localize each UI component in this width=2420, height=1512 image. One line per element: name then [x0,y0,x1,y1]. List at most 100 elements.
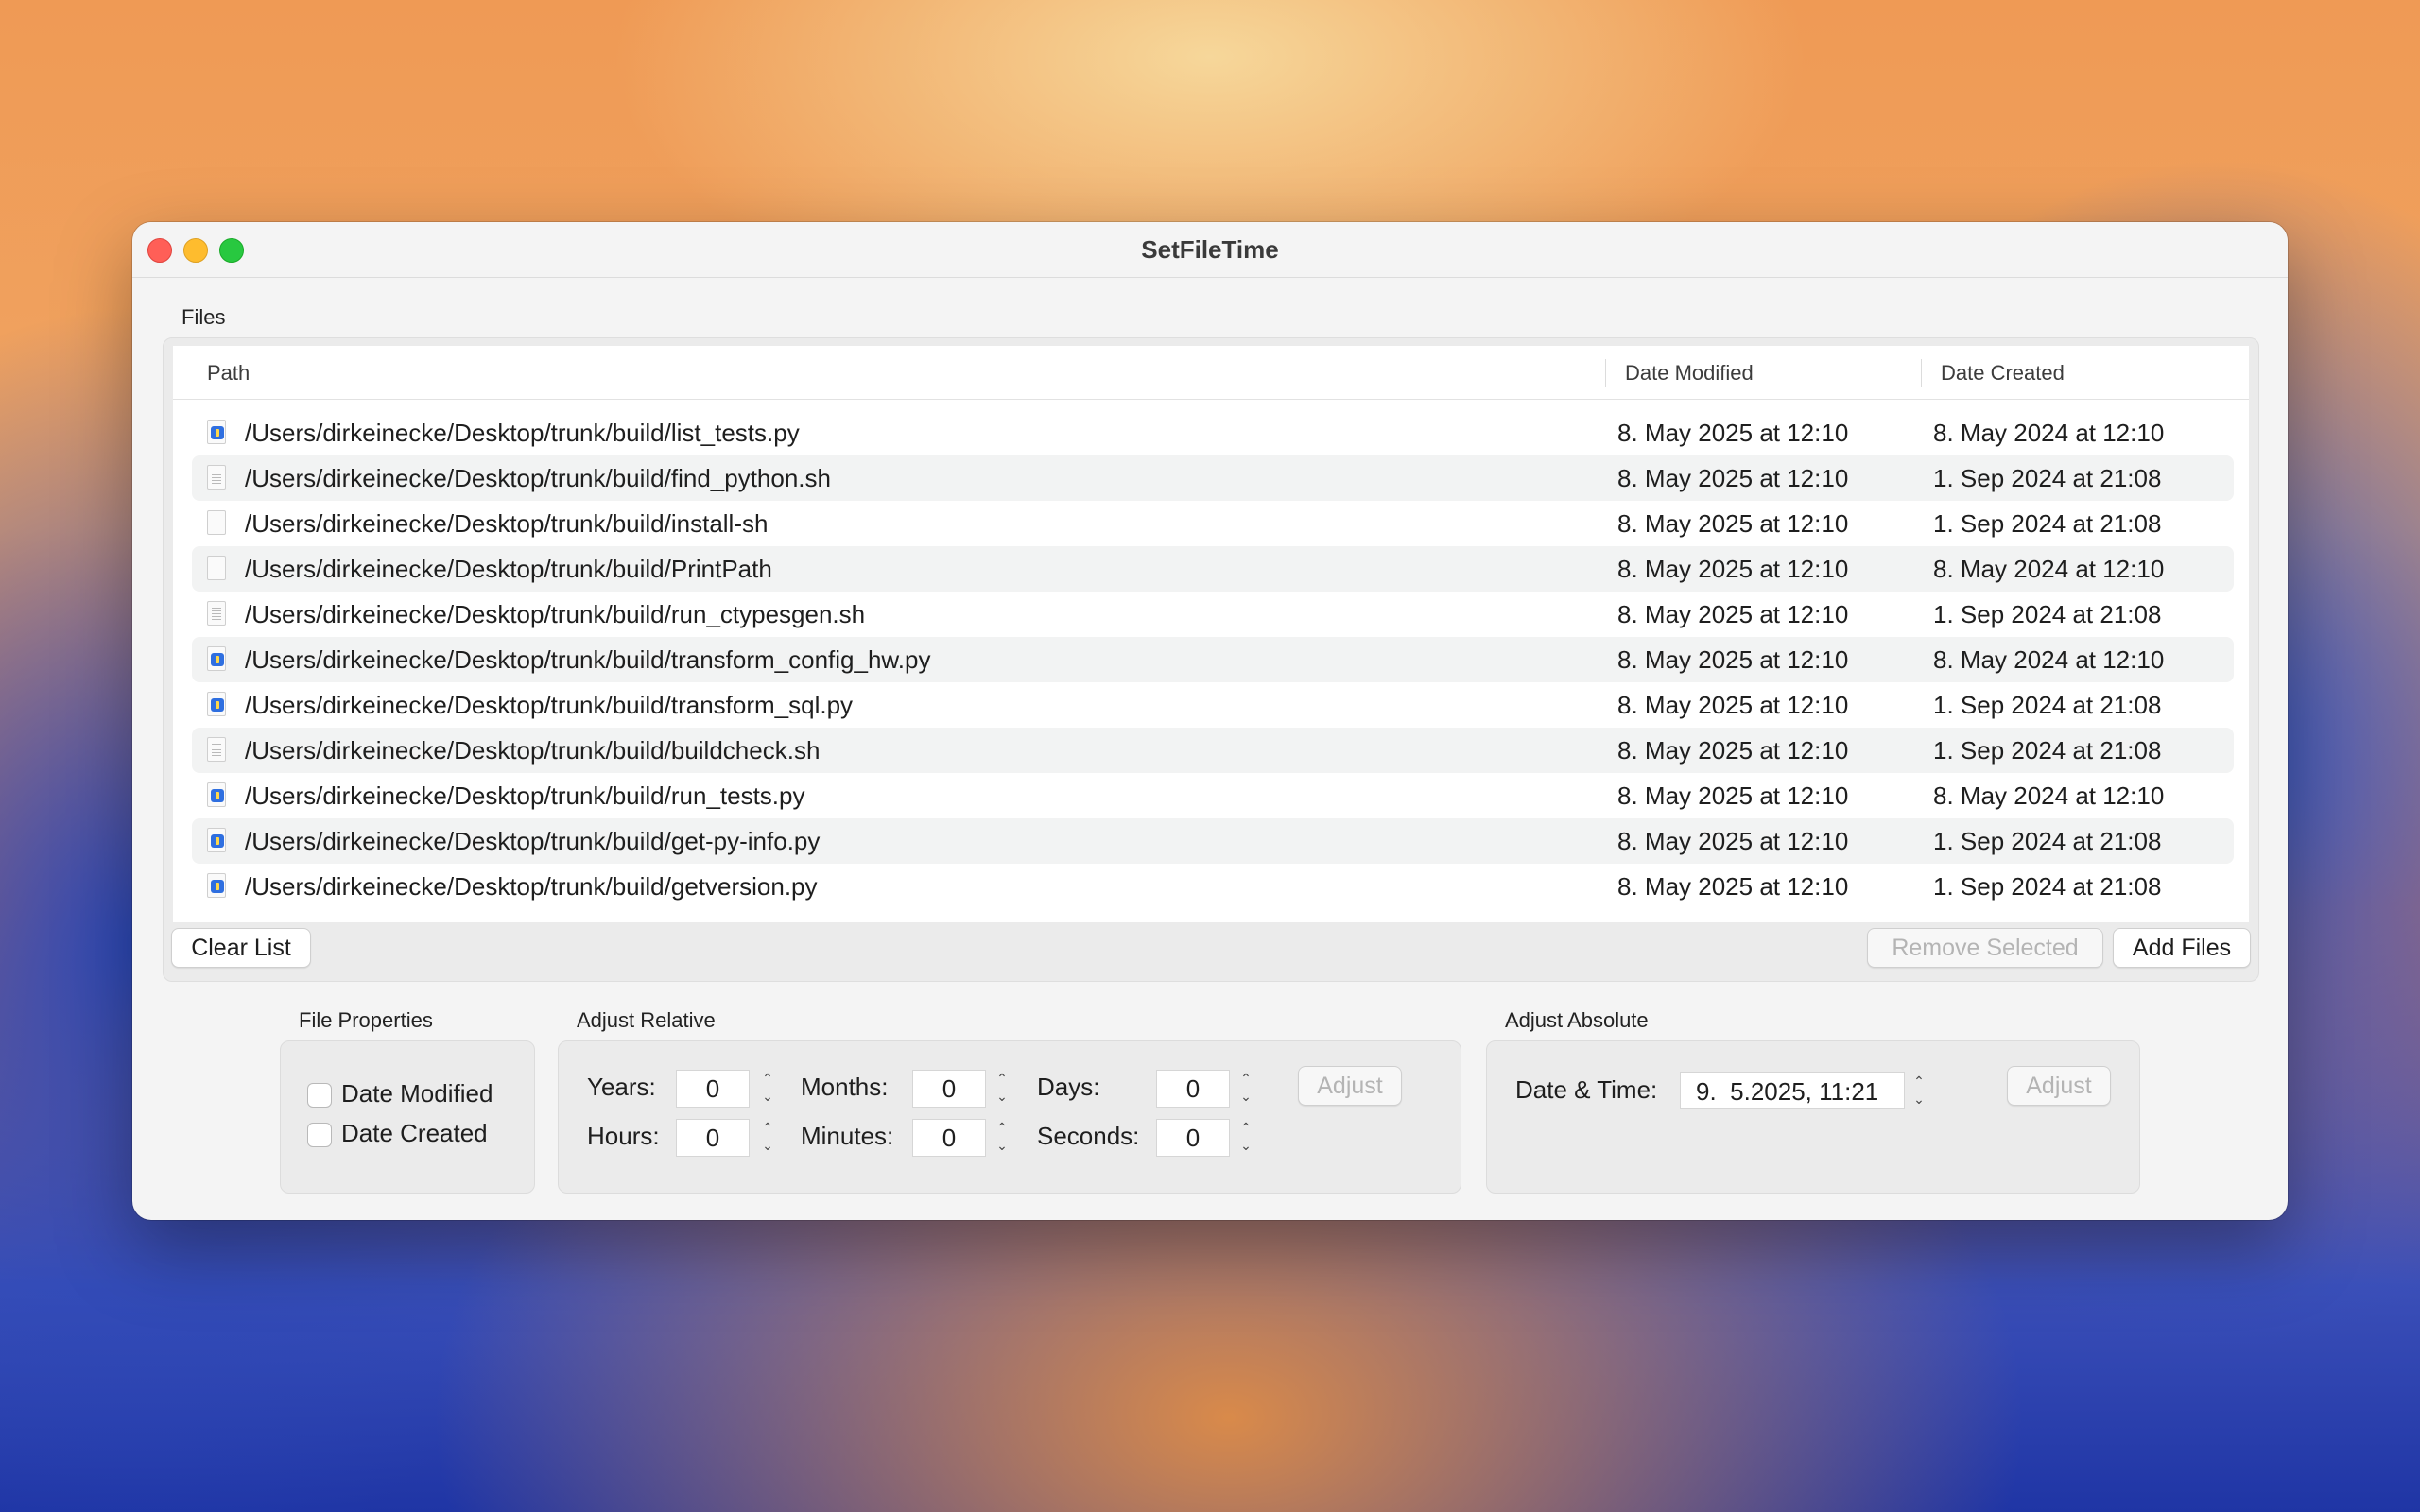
chevron-up-icon[interactable]: ⌃ [1236,1119,1256,1137]
file-properties-panel: Date Modified Date Created [280,1040,535,1194]
date-created-cell: 1. Sep 2024 at 21:08 [1933,509,2162,538]
date-modified-cell: 8. May 2025 at 12:10 [1617,600,1849,628]
date-created-cell: 8. May 2024 at 12:10 [1933,645,2165,674]
chevron-down-icon[interactable]: ⌄ [1236,1088,1256,1106]
window-title: SetFileTime [1141,235,1279,264]
hours-stepper[interactable]: ⌃ ⌄ [757,1119,778,1155]
table-row[interactable]: /Users/dirkeinecke/Desktop/trunk/build/r… [192,592,2234,637]
file-table[interactable]: Path Date Modified Date Created /Users/d… [173,346,2249,922]
column-header-path[interactable]: Path [207,361,250,386]
date-created-cell: 8. May 2024 at 12:10 [1933,419,2165,447]
script-file-icon [207,601,226,626]
file-path-cell: /Users/dirkeinecke/Desktop/trunk/build/b… [245,736,821,765]
blank-file-icon [207,510,226,535]
add-files-button[interactable]: Add Files [2113,928,2251,968]
days-field[interactable]: 0 [1156,1070,1230,1108]
chevron-down-icon[interactable]: ⌄ [757,1137,778,1155]
table-row[interactable]: /Users/dirkeinecke/Desktop/trunk/build/b… [192,728,2234,773]
date-modified-cell: 8. May 2025 at 12:10 [1617,464,1849,492]
script-file-icon [207,465,226,490]
file-path-cell: /Users/dirkeinecke/Desktop/trunk/build/t… [245,691,854,719]
seconds-stepper[interactable]: ⌃ ⌄ [1236,1119,1256,1155]
days-stepper[interactable]: ⌃ ⌄ [1236,1070,1256,1106]
chevron-up-icon[interactable]: ⌃ [1236,1070,1256,1088]
minutes-label: Minutes: [801,1122,894,1150]
python-file-icon [207,692,226,716]
chevron-up-icon[interactable]: ⌃ [992,1070,1012,1088]
date-modified-cell: 8. May 2025 at 12:10 [1617,645,1849,674]
date-created-checkbox[interactable] [307,1123,332,1147]
chevron-down-icon[interactable]: ⌄ [757,1088,778,1106]
date-created-cell: 8. May 2024 at 12:10 [1933,782,2165,810]
adjust-relative-button[interactable]: Adjust [1298,1066,1402,1106]
column-divider[interactable] [1605,359,1606,387]
chevron-down-icon[interactable]: ⌄ [992,1137,1012,1155]
file-path-cell: /Users/dirkeinecke/Desktop/trunk/build/l… [245,419,800,447]
years-label: Years: [587,1073,656,1101]
date-modified-checkbox[interactable] [307,1083,332,1108]
script-file-icon [207,737,226,762]
clear-list-button[interactable]: Clear List [171,928,311,968]
months-field[interactable]: 0 [912,1070,986,1108]
table-row[interactable]: /Users/dirkeinecke/Desktop/trunk/build/l… [192,410,2234,455]
python-file-icon [207,646,226,671]
minutes-stepper[interactable]: ⌃ ⌄ [992,1119,1012,1155]
column-header-date-modified[interactable]: Date Modified [1625,361,1754,386]
python-file-icon [207,420,226,444]
date-time-stepper[interactable]: ⌃ ⌄ [1909,1073,1929,1108]
minutes-field[interactable]: 0 [912,1119,986,1157]
table-row[interactable]: /Users/dirkeinecke/Desktop/trunk/build/g… [192,864,2234,909]
chevron-down-icon[interactable]: ⌄ [1236,1137,1256,1155]
date-created-cell: 1. Sep 2024 at 21:08 [1933,827,2162,855]
date-modified-cell: 8. May 2025 at 12:10 [1617,419,1849,447]
date-created-checkbox-label[interactable]: Date Created [341,1119,488,1148]
chevron-up-icon[interactable]: ⌃ [757,1070,778,1088]
column-header-date-created[interactable]: Date Created [1941,361,2065,386]
chevron-down-icon[interactable]: ⌄ [992,1088,1012,1106]
date-modified-cell: 8. May 2025 at 12:10 [1617,736,1849,765]
blank-file-icon [207,556,226,580]
files-group: Path Date Modified Date Created /Users/d… [163,337,2259,982]
file-rows: /Users/dirkeinecke/Desktop/trunk/build/l… [192,410,2234,909]
file-path-cell: /Users/dirkeinecke/Desktop/trunk/build/i… [245,509,769,538]
table-row[interactable]: /Users/dirkeinecke/Desktop/trunk/build/t… [192,682,2234,728]
date-modified-checkbox-label[interactable]: Date Modified [341,1079,493,1108]
date-created-cell: 1. Sep 2024 at 21:08 [1933,691,2162,719]
years-field[interactable]: 0 [676,1070,750,1108]
chevron-up-icon[interactable]: ⌃ [992,1119,1012,1137]
column-divider[interactable] [1921,359,1922,387]
adjust-absolute-button[interactable]: Adjust [2007,1066,2111,1106]
years-stepper[interactable]: ⌃ ⌄ [757,1070,778,1106]
remove-selected-button[interactable]: Remove Selected [1867,928,2103,968]
file-path-cell: /Users/dirkeinecke/Desktop/trunk/build/g… [245,827,821,855]
date-time-label: Date & Time: [1515,1075,1658,1104]
file-path-cell: /Users/dirkeinecke/Desktop/trunk/build/r… [245,600,866,628]
table-header: Path Date Modified Date Created [173,346,2249,400]
chevron-up-icon[interactable]: ⌃ [1909,1073,1929,1091]
chevron-up-icon[interactable]: ⌃ [757,1119,778,1137]
table-row[interactable]: /Users/dirkeinecke/Desktop/trunk/build/P… [192,546,2234,592]
file-properties-label: File Properties [299,1008,433,1032]
date-modified-cell: 8. May 2025 at 12:10 [1617,782,1849,810]
table-row[interactable]: /Users/dirkeinecke/Desktop/trunk/build/r… [192,773,2234,818]
seconds-field[interactable]: 0 [1156,1119,1230,1157]
date-time-field[interactable]: 9. 5.2025, 11:21 [1680,1072,1905,1109]
hours-field[interactable]: 0 [676,1119,750,1157]
date-created-cell: 1. Sep 2024 at 21:08 [1933,464,2162,492]
months-stepper[interactable]: ⌃ ⌄ [992,1070,1012,1106]
python-file-icon [207,828,226,852]
adjust-relative-panel: Years: 0 ⌃ ⌄ Months: 0 ⌃ ⌄ Days: 0 ⌃ ⌄ Hour… [558,1040,1461,1194]
table-row[interactable]: /Users/dirkeinecke/Desktop/trunk/build/g… [192,818,2234,864]
table-row[interactable]: /Users/dirkeinecke/Desktop/trunk/build/f… [192,455,2234,501]
chevron-down-icon[interactable]: ⌄ [1909,1091,1929,1108]
table-row[interactable]: /Users/dirkeinecke/Desktop/trunk/build/t… [192,637,2234,682]
date-modified-cell: 8. May 2025 at 12:10 [1617,691,1849,719]
file-path-cell: /Users/dirkeinecke/Desktop/trunk/build/t… [245,645,931,674]
date-created-cell: 1. Sep 2024 at 21:08 [1933,600,2162,628]
adjust-absolute-label: Adjust Absolute [1505,1008,1649,1032]
date-modified-cell: 8. May 2025 at 12:10 [1617,509,1849,538]
table-row[interactable]: /Users/dirkeinecke/Desktop/trunk/build/i… [192,501,2234,546]
app-window: SetFileTime Files Path Date Modified Dat… [132,222,2288,1220]
file-path-cell: /Users/dirkeinecke/Desktop/trunk/build/g… [245,872,818,901]
date-modified-cell: 8. May 2025 at 12:10 [1617,555,1849,583]
